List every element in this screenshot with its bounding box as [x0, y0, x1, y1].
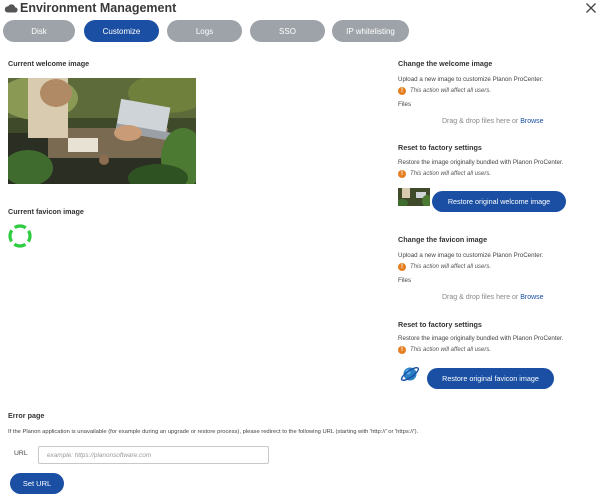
welcome-reset-text: Restore the image originally bundled wit…: [398, 159, 564, 166]
error-page-heading: Error page: [8, 411, 45, 420]
welcome-reset-heading: Reset to factory settings: [398, 143, 482, 152]
warning-icon: !: [398, 263, 406, 271]
favicon-warning-text: This action will affect all users.: [410, 264, 492, 270]
favicon-files-label: Files: [398, 277, 412, 284]
set-url-button[interactable]: Set URL: [10, 473, 64, 494]
welcome-warning: ! This action will affect all users.: [398, 87, 491, 95]
close-icon[interactable]: [583, 0, 599, 16]
welcome-reset-warning: ! This action will affect all users.: [398, 170, 491, 178]
tab-logs[interactable]: Logs: [167, 20, 242, 42]
favicon-reset-warning-text: This action will affect all users.: [410, 347, 492, 353]
tab-disk[interactable]: Disk: [3, 20, 75, 42]
url-input[interactable]: [38, 446, 269, 464]
favicon-warning: ! This action will affect all users.: [398, 263, 491, 271]
welcome-browse-link[interactable]: Browse: [520, 118, 543, 125]
original-welcome-image-thumbnail: [398, 188, 430, 206]
favicon-reset-heading: Reset to factory settings: [398, 320, 482, 329]
warning-icon: !: [398, 346, 406, 354]
warning-icon: !: [398, 87, 406, 95]
restore-favicon-image-button[interactable]: Restore original favicon image: [427, 368, 554, 389]
favicon-reset-warning: ! This action will affect all users.: [398, 346, 491, 354]
welcome-reset-warning-text: This action will affect all users.: [410, 171, 492, 177]
favicon-upload-text: Upload a new image to customize Planon P…: [398, 252, 544, 259]
welcome-dropzone-text: Drag & drop files here or: [442, 118, 521, 125]
current-welcome-image: [8, 78, 196, 184]
current-welcome-image-heading: Current welcome image: [8, 59, 90, 68]
page-title: Environment Management: [20, 1, 177, 15]
restore-welcome-image-button[interactable]: Restore original welcome image: [432, 191, 566, 212]
tab-ip-whitelisting[interactable]: IP whitelisting: [332, 20, 409, 42]
welcome-dropzone[interactable]: Drag & drop files here or Browse: [442, 118, 544, 125]
welcome-warning-text: This action will affect all users.: [410, 88, 492, 94]
favicon-preview-icon: [8, 224, 32, 248]
favicon-browse-link[interactable]: Browse: [520, 294, 543, 301]
change-favicon-image-heading: Change the favicon image: [398, 235, 488, 244]
tab-customize[interactable]: Customize: [84, 20, 159, 42]
current-favicon-image-heading: Current favicon image: [8, 207, 84, 216]
planet-icon: [400, 366, 420, 382]
welcome-files-label: Files: [398, 101, 412, 108]
welcome-upload-text: Upload a new image to customize Planon P…: [398, 76, 544, 83]
window-header: Environment Management: [0, 0, 604, 18]
cloud-icon: [4, 4, 18, 13]
favicon-dropzone[interactable]: Drag & drop files here or Browse: [442, 294, 544, 301]
error-page-description: If the Planon application is unavailable…: [8, 429, 419, 435]
warning-icon: !: [398, 170, 406, 178]
favicon-dropzone-text: Drag & drop files here or: [442, 294, 521, 301]
change-welcome-image-heading: Change the welcome image: [398, 59, 493, 68]
url-label: URL: [14, 450, 28, 457]
favicon-reset-text: Restore the image originally bundled wit…: [398, 335, 564, 342]
tab-sso[interactable]: SSO: [250, 20, 325, 42]
